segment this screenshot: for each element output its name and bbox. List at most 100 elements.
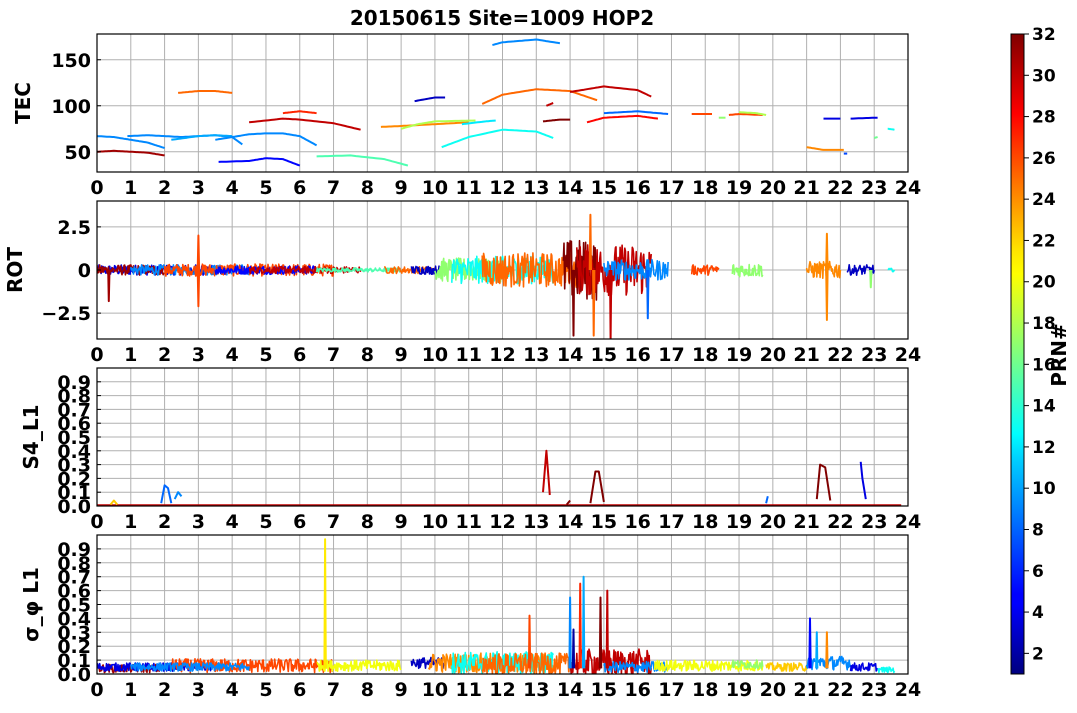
x-tick-label: 21 bbox=[793, 679, 819, 701]
x-tick-label: 0 bbox=[90, 344, 103, 366]
x-tick-label: 15 bbox=[591, 511, 617, 533]
series-line-prn-4 bbox=[850, 116, 879, 120]
x-tick-label: 7 bbox=[327, 177, 340, 199]
x-tick-label: 6 bbox=[293, 511, 306, 533]
x-tick-label: 21 bbox=[793, 344, 819, 366]
event-line-prn-8 bbox=[765, 496, 769, 504]
x-tick-label: 17 bbox=[658, 177, 684, 199]
x-tick-label: 3 bbox=[192, 679, 205, 701]
series-line-prn-3 bbox=[414, 96, 446, 103]
x-tick-label: 22 bbox=[827, 679, 853, 701]
series-line-prn-15 bbox=[316, 154, 409, 167]
y-tick-label: −2.5 bbox=[41, 303, 91, 325]
spike-prn-24 bbox=[825, 631, 829, 669]
spike-prn-26 bbox=[196, 269, 201, 308]
x-tick-label: 20 bbox=[760, 344, 786, 366]
x-tick-label: 16 bbox=[624, 344, 650, 366]
x-tick-label: 18 bbox=[692, 511, 718, 533]
colorbar-label: PRN# bbox=[1047, 323, 1071, 387]
colorbar-tick-label: 4 bbox=[1032, 603, 1044, 623]
x-tick-label: 11 bbox=[455, 344, 481, 366]
x-tick-label: 10 bbox=[422, 177, 448, 199]
x-tick-label: 8 bbox=[361, 177, 374, 199]
x-tick-label: 20 bbox=[760, 177, 786, 199]
event-line-prn-32 bbox=[589, 470, 605, 504]
x-tick-label: 5 bbox=[259, 511, 272, 533]
x-tick-label: 13 bbox=[523, 511, 549, 533]
spike-prn-26 bbox=[196, 234, 201, 271]
x-tick-label: 10 bbox=[422, 679, 448, 701]
x-tick-label: 17 bbox=[658, 679, 684, 701]
x-tick-label: 15 bbox=[591, 344, 617, 366]
colorbar-tick-label: 22 bbox=[1032, 231, 1056, 251]
spike-prn-21 bbox=[323, 538, 327, 669]
spike-prn-30 bbox=[609, 269, 613, 339]
x-tick-label: 2 bbox=[158, 511, 171, 533]
spike-prn-10 bbox=[815, 631, 819, 669]
y-axis-label: TEC bbox=[11, 82, 35, 124]
spike-prn-2 bbox=[571, 628, 576, 669]
chart-canvas: 20150615 Site=1009 HOP2 0 1 2 3 4 5 6 7 8 9 10 11 12… bbox=[3, 6, 1071, 701]
x-tick-label: 1 bbox=[124, 344, 137, 366]
noise-line-prn-25 bbox=[481, 652, 571, 674]
x-tick-label: 8 bbox=[361, 679, 374, 701]
event-line-prn-8 bbox=[160, 484, 173, 504]
x-tick-label: 5 bbox=[259, 177, 272, 199]
x-tick-label: 6 bbox=[293, 177, 306, 199]
colorbar: 2468101214161820222426283032 PRN# bbox=[1010, 25, 1071, 675]
y-tick-label: 100 bbox=[51, 96, 91, 118]
y-tick-label: 50 bbox=[65, 142, 91, 164]
x-tick-label: 11 bbox=[455, 511, 481, 533]
spike-prn-25 bbox=[588, 213, 592, 271]
x-tick-label: 12 bbox=[489, 679, 515, 701]
x-tick-label: 8 bbox=[361, 344, 374, 366]
spike-prn-31 bbox=[107, 269, 111, 303]
colorbar-tick-label: 30 bbox=[1032, 66, 1056, 86]
spike-prn-30 bbox=[605, 589, 609, 669]
spike-prn-10 bbox=[581, 575, 586, 669]
x-tick-label: 0 bbox=[90, 177, 103, 199]
series-line-prn-25 bbox=[177, 90, 233, 94]
panel-1: 0 1 2 3 4 5 6 7 8 9 10 11 12 13 14 15 16 17 18 19 20 21 22 23 24… bbox=[11, 33, 921, 199]
y-tick-label: 2.5 bbox=[57, 217, 91, 239]
noise-line-prn-22 bbox=[765, 662, 808, 672]
x-tick-label: 4 bbox=[226, 344, 239, 366]
colorbar-tick-label: 2 bbox=[1032, 644, 1044, 664]
y-tick-label: 0.9 bbox=[57, 539, 91, 561]
y-tick-label: 0.9 bbox=[57, 372, 91, 394]
x-tick-label: 1 bbox=[124, 679, 137, 701]
colorbar-gradient bbox=[1010, 33, 1025, 675]
x-tick-label: 7 bbox=[327, 679, 340, 701]
x-tick-label: 14 bbox=[557, 511, 583, 533]
x-tick-label: 18 bbox=[692, 177, 718, 199]
x-tick-label: 19 bbox=[726, 344, 752, 366]
x-tick-label: 12 bbox=[489, 344, 515, 366]
x-tick-label: 21 bbox=[793, 511, 819, 533]
noise-line-prn-9 bbox=[805, 655, 852, 671]
y-tick-label: 150 bbox=[51, 50, 91, 72]
colorbar-tick-label: 32 bbox=[1032, 25, 1056, 45]
x-tick-label: 6 bbox=[293, 344, 306, 366]
x-tick-label: 9 bbox=[395, 679, 408, 701]
panel-4-data bbox=[97, 538, 896, 674]
x-tick-label: 23 bbox=[861, 344, 887, 366]
x-tick-label: 1 bbox=[124, 511, 137, 533]
x-tick-label: 11 bbox=[455, 177, 481, 199]
x-tick-label: 6 bbox=[293, 679, 306, 701]
y-axis-label: S4_L1 bbox=[19, 405, 43, 470]
x-tick-label: 14 bbox=[557, 679, 583, 701]
x-tick-label: 4 bbox=[226, 511, 239, 533]
panel-4: 0 1 2 3 4 5 6 7 8 9 10 11 12 13 14 15 16 17 18 19 20 21 22 23 24… bbox=[19, 534, 921, 701]
noise-line-prn-20 bbox=[653, 659, 764, 672]
noise-line-prn-13 bbox=[877, 666, 896, 674]
y-axis-label: σ_φ L1 bbox=[19, 567, 43, 642]
colorbar-tick-label: 8 bbox=[1032, 520, 1044, 540]
y-tick-label: 0 bbox=[78, 260, 91, 282]
spike-prn-24 bbox=[825, 269, 829, 321]
x-tick-label: 16 bbox=[624, 511, 650, 533]
x-tick-label: 14 bbox=[557, 344, 583, 366]
x-tick-label: 24 bbox=[895, 679, 921, 701]
event-line-prn-22 bbox=[109, 499, 119, 506]
x-tick-label: 2 bbox=[158, 177, 171, 199]
x-tick-label: 9 bbox=[395, 344, 408, 366]
